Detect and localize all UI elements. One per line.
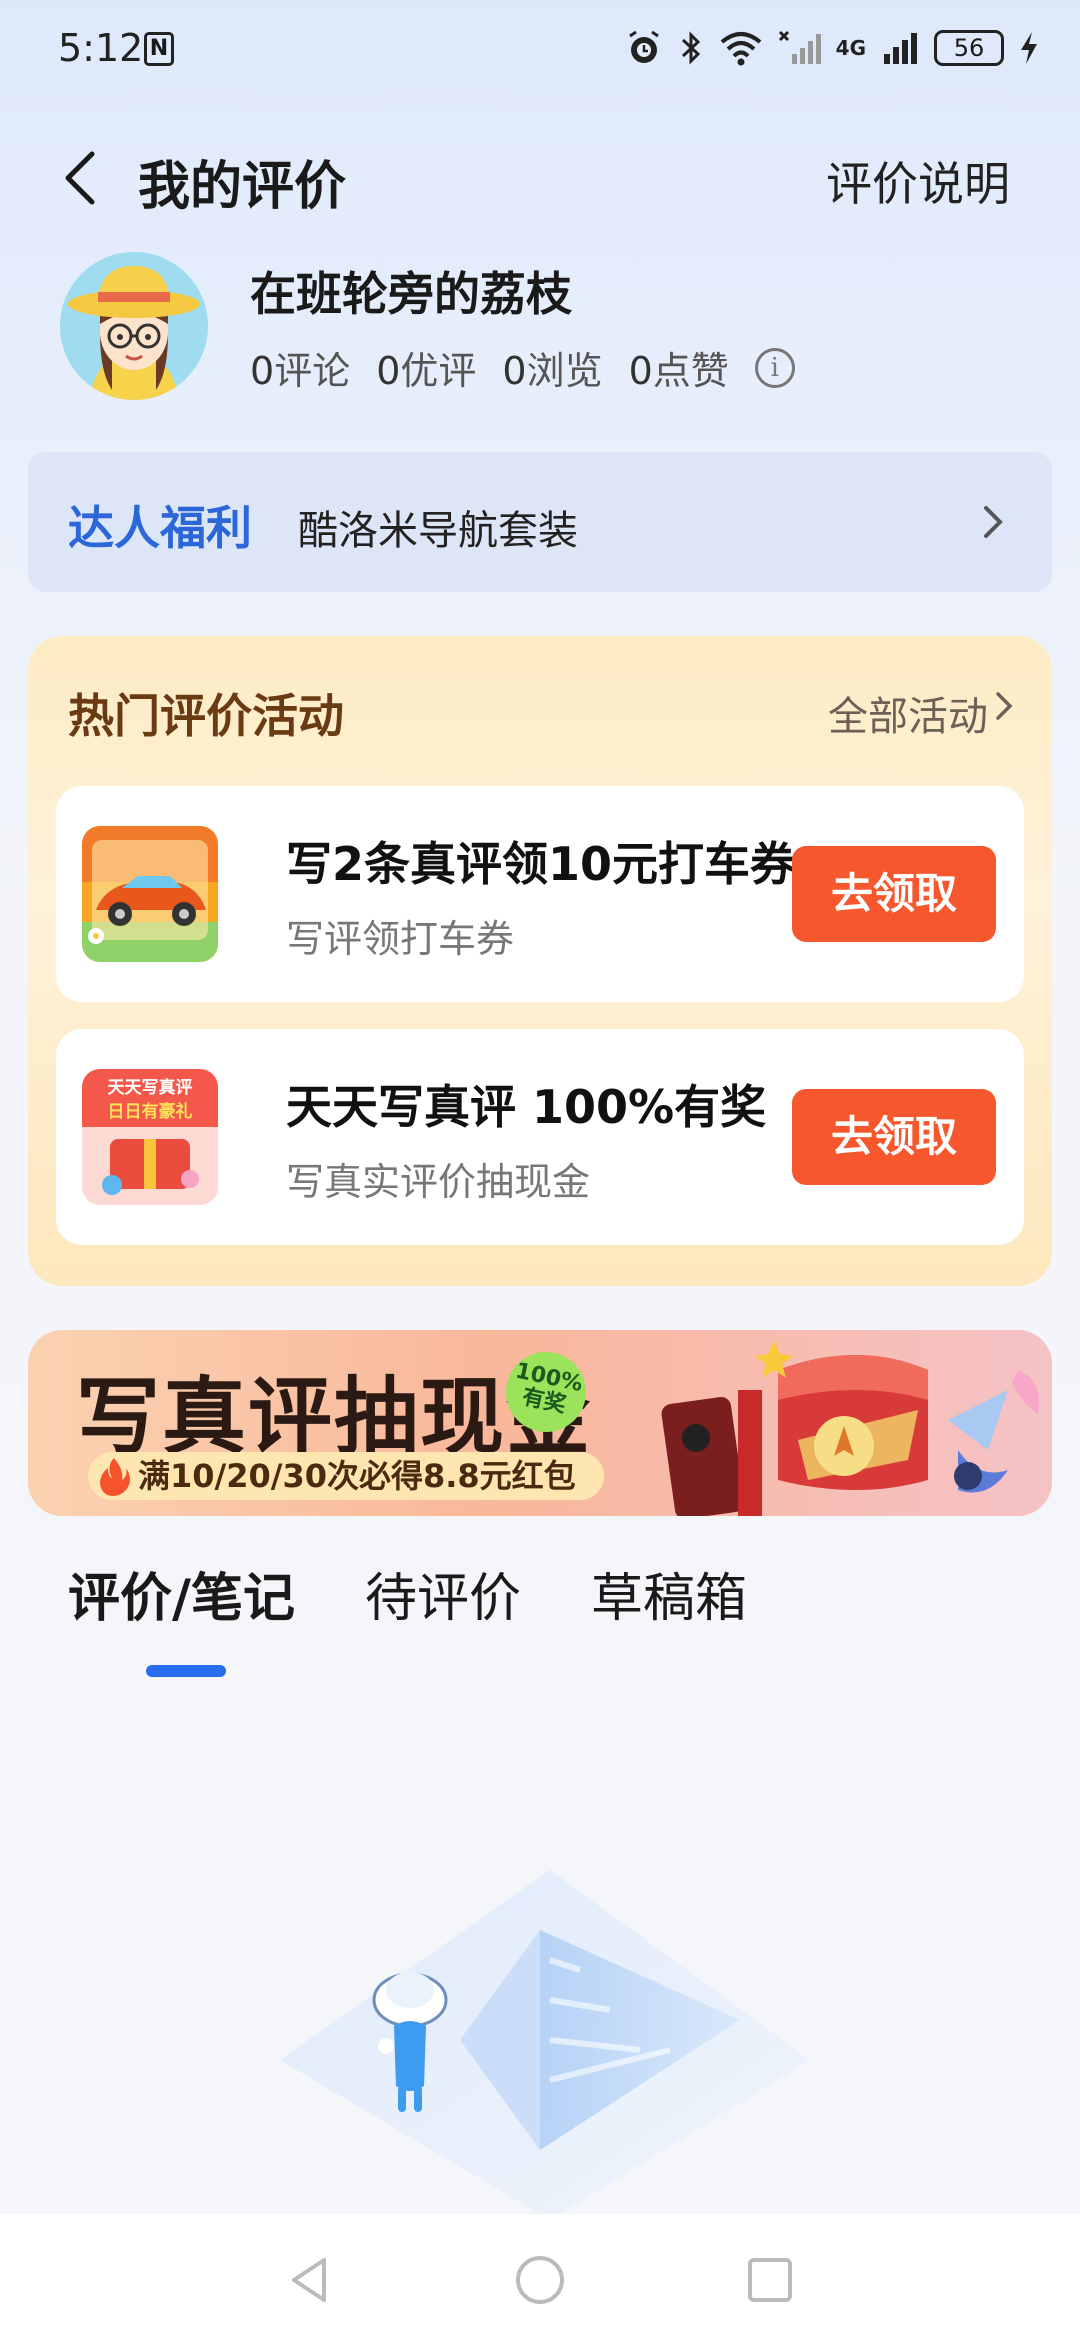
signal-icon	[778, 30, 821, 64]
avatar[interactable]	[60, 252, 208, 400]
stat-label: 浏览	[526, 349, 603, 393]
perks-title: 达人福利	[68, 501, 252, 555]
activity-subtitle: 写真实评价抽现金	[286, 1160, 591, 1204]
signal-4g-label: 4G	[835, 36, 866, 60]
status-bar: 5:12 N 4G 56	[0, 0, 1080, 100]
empty-state-illustration	[280, 1870, 810, 2220]
daily-review-thumbnail: 天天写真评 日日有豪礼	[82, 1069, 218, 1205]
activity-card[interactable]: 天天写真评 日日有豪礼 天天写真评 100%有奖 写真实评价抽现金 去领取	[56, 1029, 1024, 1245]
signal-4g-icon	[884, 33, 917, 64]
chevron-right-icon	[984, 506, 1003, 538]
wifi-icon	[720, 32, 761, 66]
battery-icon: 56	[934, 30, 1004, 66]
system-nav-bar	[0, 2214, 1080, 2340]
gift-thumbnail-art: 天天写真评 日日有豪礼	[82, 1069, 218, 1205]
bluetooth-icon	[681, 31, 700, 65]
profile-stats: 0评论 0优评 0浏览 0点赞 i	[250, 340, 795, 395]
nav-home-icon[interactable]	[510, 2250, 570, 2310]
banner-illustration	[661, 1340, 1040, 1516]
tab-reviews-notes[interactable]: 评价/笔记	[68, 1556, 295, 1677]
stat-label: 评论	[274, 349, 351, 393]
activity-card[interactable]: 写2条真评领10元打车券 写评领打车券 去领取	[56, 786, 1024, 1002]
status-time: 5:12	[58, 26, 144, 70]
back-arrow-icon[interactable]	[58, 148, 108, 208]
nav-recents-icon[interactable]	[740, 2250, 800, 2310]
page-title: 我的评价	[138, 157, 347, 217]
promo-banner[interactable]: 写真评抽现金 100% 有奖 满10/20/30次必得8.8元红包	[28, 1330, 1052, 1516]
stat-label: 点赞	[652, 349, 729, 393]
page-header: 我的评价 评价说明	[0, 130, 1080, 220]
review-guide-link[interactable]: 评价说明	[826, 148, 1010, 214]
expert-perks-bar[interactable]: 达人福利 酷洛米导航套装	[28, 452, 1052, 592]
chevron-right-icon	[996, 692, 1013, 720]
stat-views: 0浏览	[502, 340, 602, 395]
stat-likes: 0点赞	[629, 340, 729, 395]
username: 在班轮旁的荔枝	[250, 267, 572, 321]
perks-text: 酷洛米导航套装	[298, 508, 578, 554]
stat-quality-reviews: 0优评	[376, 340, 476, 395]
activity-name: 天天写真评 100%有奖	[286, 1080, 767, 1134]
stat-value: 0	[628, 349, 653, 393]
banner-subtitle: 满10/20/30次必得8.8元红包	[88, 1452, 604, 1500]
info-icon[interactable]: i	[754, 347, 795, 388]
tab-pending-review[interactable]: 待评价	[365, 1556, 521, 1631]
activity-name: 写2条真评领10元打车券	[286, 837, 797, 891]
thumb-subtitle-text: 日日有豪礼	[108, 1101, 193, 1122]
stat-value: 0	[250, 349, 275, 393]
stat-value: 0	[502, 349, 527, 393]
stat-label: 优评	[400, 349, 477, 393]
all-activities-link[interactable]: 全部活动	[828, 684, 988, 742]
stat-reviews: 0评论	[250, 340, 350, 395]
claim-button[interactable]: 去领取	[792, 1089, 996, 1185]
stat-value: 0	[376, 349, 401, 393]
charging-icon	[1021, 32, 1037, 64]
activities-title: 热门评价活动	[68, 689, 344, 743]
activity-subtitle: 写评领打车券	[286, 917, 515, 961]
hot-activities-panel: 热门评价活动 全部活动 写2条真评领10元打车券 写评领打车券 去领取 天天写真…	[28, 636, 1052, 1286]
alarm-icon	[628, 30, 659, 63]
claim-button[interactable]: 去领取	[792, 846, 996, 942]
avatar-illustration	[60, 252, 208, 400]
nav-back-icon[interactable]	[280, 2250, 340, 2310]
car-thumbnail-art	[82, 826, 218, 962]
tab-drafts[interactable]: 草稿箱	[591, 1556, 747, 1631]
car-coupon-thumbnail	[82, 826, 218, 962]
status-icons: 4G 56	[624, 28, 1040, 68]
review-tabs: 评价/笔记 待评价 草稿箱	[68, 1556, 747, 1677]
thumb-title-text: 天天写真评	[108, 1077, 193, 1098]
nfc-icon: N	[144, 32, 174, 66]
flame-icon	[100, 1458, 130, 1496]
